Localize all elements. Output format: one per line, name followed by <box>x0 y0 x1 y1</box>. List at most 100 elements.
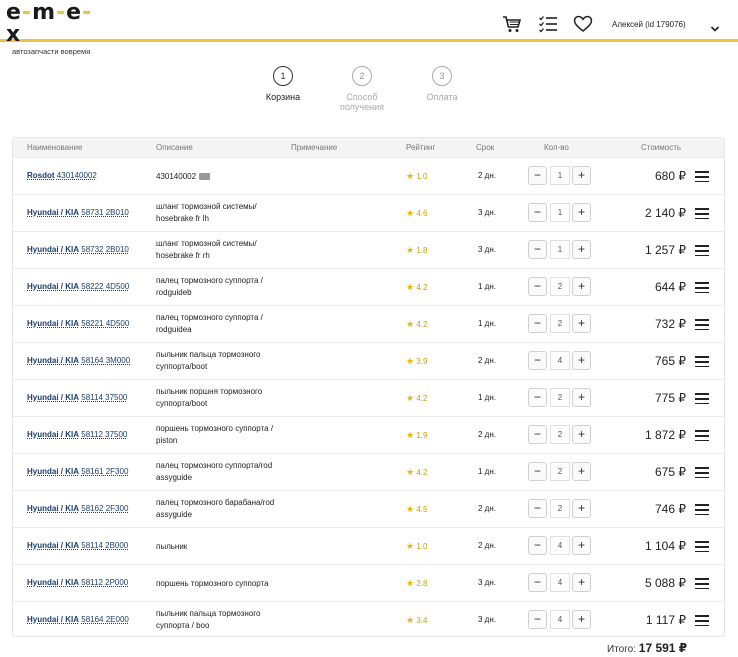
heart-icon[interactable] <box>573 14 593 34</box>
delivery-term: 2 дн. <box>478 541 496 550</box>
part-number-link[interactable]: 58731 2B010 <box>81 208 129 217</box>
decrease-qty-button[interactable]: − <box>528 610 547 629</box>
quantity-input[interactable]: 4 <box>550 610 570 629</box>
brand-link[interactable]: Hyundai / KIA <box>27 208 79 217</box>
increase-qty-button[interactable]: + <box>572 573 591 592</box>
part-number-link[interactable]: 58222 4D500 <box>81 282 129 291</box>
part-number-link[interactable]: 58161 2F300 <box>81 467 128 476</box>
item-name: Hyundai / KIA 58731 2B010 <box>27 208 129 217</box>
item-description: поршень тормозного суппорта <box>156 578 296 590</box>
menu-icon[interactable] <box>695 578 709 590</box>
part-number-link[interactable]: 430140002 <box>57 171 97 180</box>
part-number-link[interactable]: 58221 4D500 <box>81 319 129 328</box>
step-payment[interactable]: 3 Оплата <box>402 66 482 102</box>
description-line-1: палец тормозного суппорта/rod <box>156 461 273 470</box>
decrease-qty-button[interactable]: − <box>528 314 547 333</box>
menu-icon[interactable] <box>695 615 709 627</box>
part-number-link[interactable]: 58162 2F300 <box>81 504 128 513</box>
quantity-input[interactable]: 2 <box>550 314 570 333</box>
brand-link[interactable]: Hyundai / KIA <box>27 245 79 254</box>
user-account-label[interactable]: Алексей (id 179076) <box>612 20 686 29</box>
checklist-icon[interactable] <box>538 14 558 34</box>
increase-qty-button[interactable]: + <box>572 314 591 333</box>
increase-qty-button[interactable]: + <box>572 499 591 518</box>
menu-icon[interactable] <box>695 171 709 183</box>
part-number-link[interactable]: 58114 37500 <box>81 393 127 402</box>
brand-link[interactable]: Hyundai / KIA <box>27 467 79 476</box>
quantity-input[interactable]: 2 <box>550 425 570 444</box>
item-description: пыльник пальца тормозного суппорта/boot <box>156 349 296 373</box>
quantity-input[interactable]: 1 <box>550 203 570 222</box>
decrease-qty-button[interactable]: − <box>528 351 547 370</box>
brand-link[interactable]: Hyundai / KIA <box>27 541 79 550</box>
decrease-qty-button[interactable]: − <box>528 203 547 222</box>
rating-value: 1.8 <box>416 246 428 255</box>
quantity-input[interactable]: 4 <box>550 536 570 555</box>
decrease-qty-button[interactable]: − <box>528 425 547 444</box>
menu-icon[interactable] <box>695 541 709 553</box>
part-number-link[interactable]: 58112 37500 <box>81 430 127 439</box>
emex-logo[interactable]: e-m-e-x автозапчасти вовремя <box>6 2 106 57</box>
decrease-qty-button[interactable]: − <box>528 388 547 407</box>
part-number-link[interactable]: 58732 2B010 <box>81 245 129 254</box>
item-rating: ★ 4.2 <box>406 467 427 478</box>
brand-link[interactable]: Hyundai / KIA <box>27 578 79 587</box>
quantity-input[interactable]: 2 <box>550 462 570 481</box>
step-cart[interactable]: 1 Корзина <box>243 66 323 102</box>
quantity-input[interactable]: 1 <box>550 240 570 259</box>
menu-icon[interactable] <box>695 430 709 442</box>
part-number-link[interactable]: 58114 2B000 <box>81 541 128 550</box>
quantity-input[interactable]: 2 <box>550 277 570 296</box>
increase-qty-button[interactable]: + <box>572 166 591 185</box>
menu-icon[interactable] <box>695 319 709 331</box>
quantity-input[interactable]: 4 <box>550 573 570 592</box>
increase-qty-button[interactable]: + <box>572 277 591 296</box>
decrease-qty-button[interactable]: − <box>528 573 547 592</box>
star-icon: ★ <box>406 541 415 551</box>
decrease-qty-button[interactable]: − <box>528 499 547 518</box>
brand-link[interactable]: Hyundai / KIA <box>27 319 79 328</box>
menu-icon[interactable] <box>695 282 709 294</box>
brand-link[interactable]: Rosdot <box>27 171 55 180</box>
increase-qty-button[interactable]: + <box>572 351 591 370</box>
increase-qty-button[interactable]: + <box>572 203 591 222</box>
brand-link[interactable]: Hyundai / KIA <box>27 504 79 513</box>
menu-icon[interactable] <box>695 356 709 368</box>
quantity-input[interactable]: 4 <box>550 351 570 370</box>
increase-qty-button[interactable]: + <box>572 462 591 481</box>
chevron-down-icon[interactable] <box>710 20 720 32</box>
item-price: 732 ₽ <box>655 317 686 331</box>
description-line-2: hosebrake fr lh <box>156 214 209 223</box>
decrease-qty-button[interactable]: − <box>528 462 547 481</box>
menu-icon[interactable] <box>695 208 709 220</box>
quantity-input[interactable]: 2 <box>550 499 570 518</box>
part-number-link[interactable]: 58164 3M000 <box>81 356 130 365</box>
menu-icon[interactable] <box>695 245 709 257</box>
quantity-input[interactable]: 2 <box>550 388 570 407</box>
brand-link[interactable]: Hyundai / KIA <box>27 282 79 291</box>
decrease-qty-button[interactable]: − <box>528 536 547 555</box>
brand-link[interactable]: Hyundai / KIA <box>27 393 79 402</box>
table-row: Hyundai / KIA 58164 2E000 пыльник пальца … <box>13 601 724 638</box>
cart-icon[interactable] <box>502 14 522 34</box>
increase-qty-button[interactable]: + <box>572 425 591 444</box>
part-number-link[interactable]: 58112 2P000 <box>81 578 128 587</box>
brand-link[interactable]: Hyundai / KIA <box>27 356 79 365</box>
decrease-qty-button[interactable]: − <box>528 277 547 296</box>
decrease-qty-button[interactable]: − <box>528 240 547 259</box>
increase-qty-button[interactable]: + <box>572 240 591 259</box>
menu-icon[interactable] <box>695 467 709 479</box>
brand-link[interactable]: Hyundai / KIA <box>27 430 79 439</box>
increase-qty-button[interactable]: + <box>572 536 591 555</box>
step-number: 1 <box>273 66 293 86</box>
decrease-qty-button[interactable]: − <box>528 166 547 185</box>
increase-qty-button[interactable]: + <box>572 610 591 629</box>
part-number-link[interactable]: 58164 2E000 <box>81 615 129 624</box>
step-delivery[interactable]: 2 Способ получения <box>322 66 402 112</box>
menu-icon[interactable] <box>695 393 709 405</box>
photo-icon[interactable] <box>199 173 211 181</box>
increase-qty-button[interactable]: + <box>572 388 591 407</box>
quantity-input[interactable]: 1 <box>550 166 570 185</box>
menu-icon[interactable] <box>695 504 709 516</box>
brand-link[interactable]: Hyundai / KIA <box>27 615 79 624</box>
